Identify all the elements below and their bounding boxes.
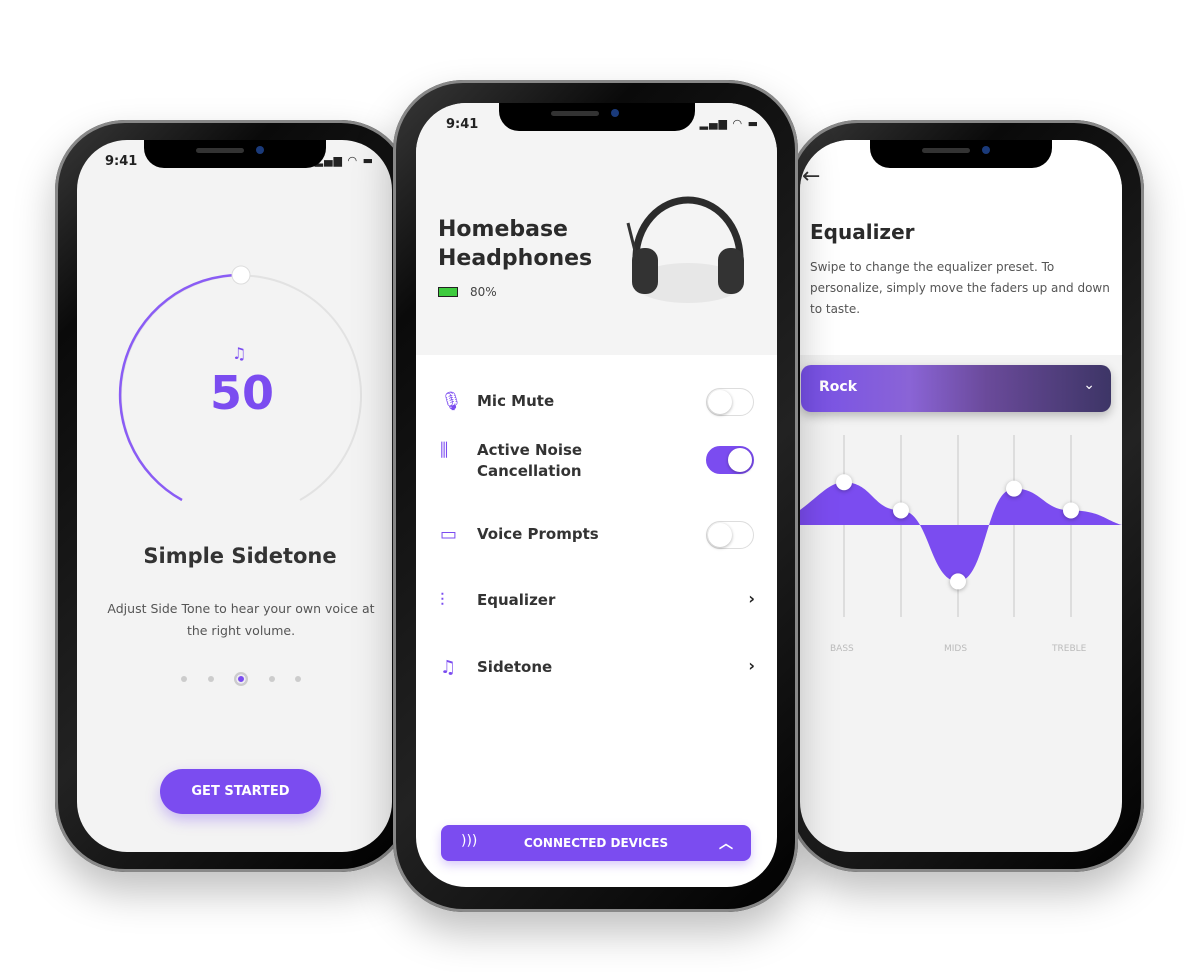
setting-row-voice-prompts[interactable]: ▭ Voice Prompts	[416, 513, 777, 557]
chevron-right-icon: ›	[748, 589, 755, 608]
fader-knob[interactable]	[836, 474, 852, 491]
preset-dropdown[interactable]: Rock ⌄	[801, 365, 1111, 412]
phone-home: 9:41 ▂▄▆ ◠ ▬ Homebase Headphones 80% 🎙 M…	[393, 80, 798, 912]
notch	[498, 103, 695, 131]
connected-devices-label: CONNECTED DEVICES	[523, 836, 669, 850]
home-screen: 9:41 ▂▄▆ ◠ ▬ Homebase Headphones 80% 🎙 M…	[416, 103, 777, 887]
setting-label: Equalizer	[477, 591, 556, 609]
phone-sidetone: 9:41 ▂▄▆ ◠ ▬ ♫ 50 Simple Sidetone Adjust…	[55, 120, 411, 872]
status-icons: ▂▄▆ ◠ ▬	[699, 117, 759, 130]
band-label-treble: TREBLE	[1052, 644, 1087, 654]
toggle-switch[interactable]	[706, 388, 754, 416]
fader-knob[interactable]	[1063, 502, 1079, 519]
phone-equalizer: ← Equalizer Swipe to change the equalize…	[788, 120, 1144, 872]
setting-label: Active Noise Cancellation	[477, 441, 583, 480]
setting-row-active-noise-cancellation[interactable]: ⫼ Active Noise Cancellation	[416, 440, 777, 484]
chevron-up-icon: ︿	[719, 836, 733, 852]
pager-dot[interactable]	[207, 676, 214, 682]
sidetone-icon: ♫	[232, 344, 247, 363]
battery-level: 80%	[470, 285, 497, 299]
equalizer-icon: ⫶	[440, 590, 445, 611]
fader-knob[interactable]	[1006, 480, 1022, 497]
setting-label: Voice Prompts	[477, 525, 599, 543]
battery-icon	[438, 287, 458, 297]
setting-row-sidetone[interactable]: ♫ Sidetone ›	[416, 646, 777, 690]
equalizer-faders[interactable]	[800, 430, 1122, 630]
band-label-mids: MIDS	[944, 644, 968, 654]
device-name: Homebase Headphones	[438, 217, 593, 271]
equalizer-screen: ← Equalizer Swipe to change the equalize…	[800, 140, 1122, 852]
sidetone-description: Adjust Side Tone to hear your own voice …	[107, 601, 375, 638]
pager-dots[interactable]	[181, 672, 301, 686]
get-started-button[interactable]: GET STARTED	[160, 769, 321, 814]
eq-curve	[800, 482, 1122, 582]
sidetone-title: Simple Sidetone	[143, 544, 337, 568]
setting-row-mic-mute[interactable]: 🎙 Mic Mute	[416, 380, 777, 424]
setting-label: Sidetone	[477, 658, 553, 676]
sidetone-value: 50	[209, 366, 274, 420]
toggle-switch[interactable]	[706, 521, 754, 549]
toggle-switch[interactable]	[706, 446, 754, 474]
fader-knob[interactable]	[950, 573, 966, 590]
sidetone-dial[interactable]	[77, 140, 392, 540]
status-time: 9:41	[446, 117, 479, 132]
speech-bubble-icon: ▭	[440, 524, 458, 545]
notch	[143, 140, 326, 168]
connected-devices-button[interactable]: ))) CONNECTED DEVICES ︿	[441, 825, 751, 861]
pager-dot[interactable]	[181, 676, 187, 682]
pager-dot[interactable]	[295, 676, 301, 682]
dial-knob	[231, 265, 251, 285]
sidetone-icon: ♫	[440, 657, 457, 678]
setting-label: Mic Mute	[477, 392, 555, 410]
setting-row-equalizer[interactable]: ⫶ Equalizer ›	[416, 579, 777, 623]
band-label-bass: BASS	[830, 644, 854, 654]
mic-mute-icon: 🎙	[440, 391, 463, 412]
equalizer-title: Equalizer	[810, 220, 915, 244]
back-arrow-icon[interactable]: ←	[802, 164, 820, 189]
pager-dot-active[interactable]	[234, 672, 248, 686]
pager-dot[interactable]	[268, 676, 275, 682]
waveform-icon: ⫼	[440, 440, 449, 461]
chevron-right-icon: ›	[748, 656, 755, 675]
fader-knob[interactable]	[893, 502, 909, 519]
notch	[870, 140, 1052, 168]
preset-value: Rock	[819, 379, 858, 395]
chevron-down-icon: ⌄	[1083, 377, 1095, 393]
sidetone-screen: 9:41 ▂▄▆ ◠ ▬ ♫ 50 Simple Sidetone Adjust…	[77, 140, 392, 852]
equalizer-description: Swipe to change the equalizer preset. To…	[810, 260, 1110, 316]
headphones-image	[626, 196, 744, 303]
